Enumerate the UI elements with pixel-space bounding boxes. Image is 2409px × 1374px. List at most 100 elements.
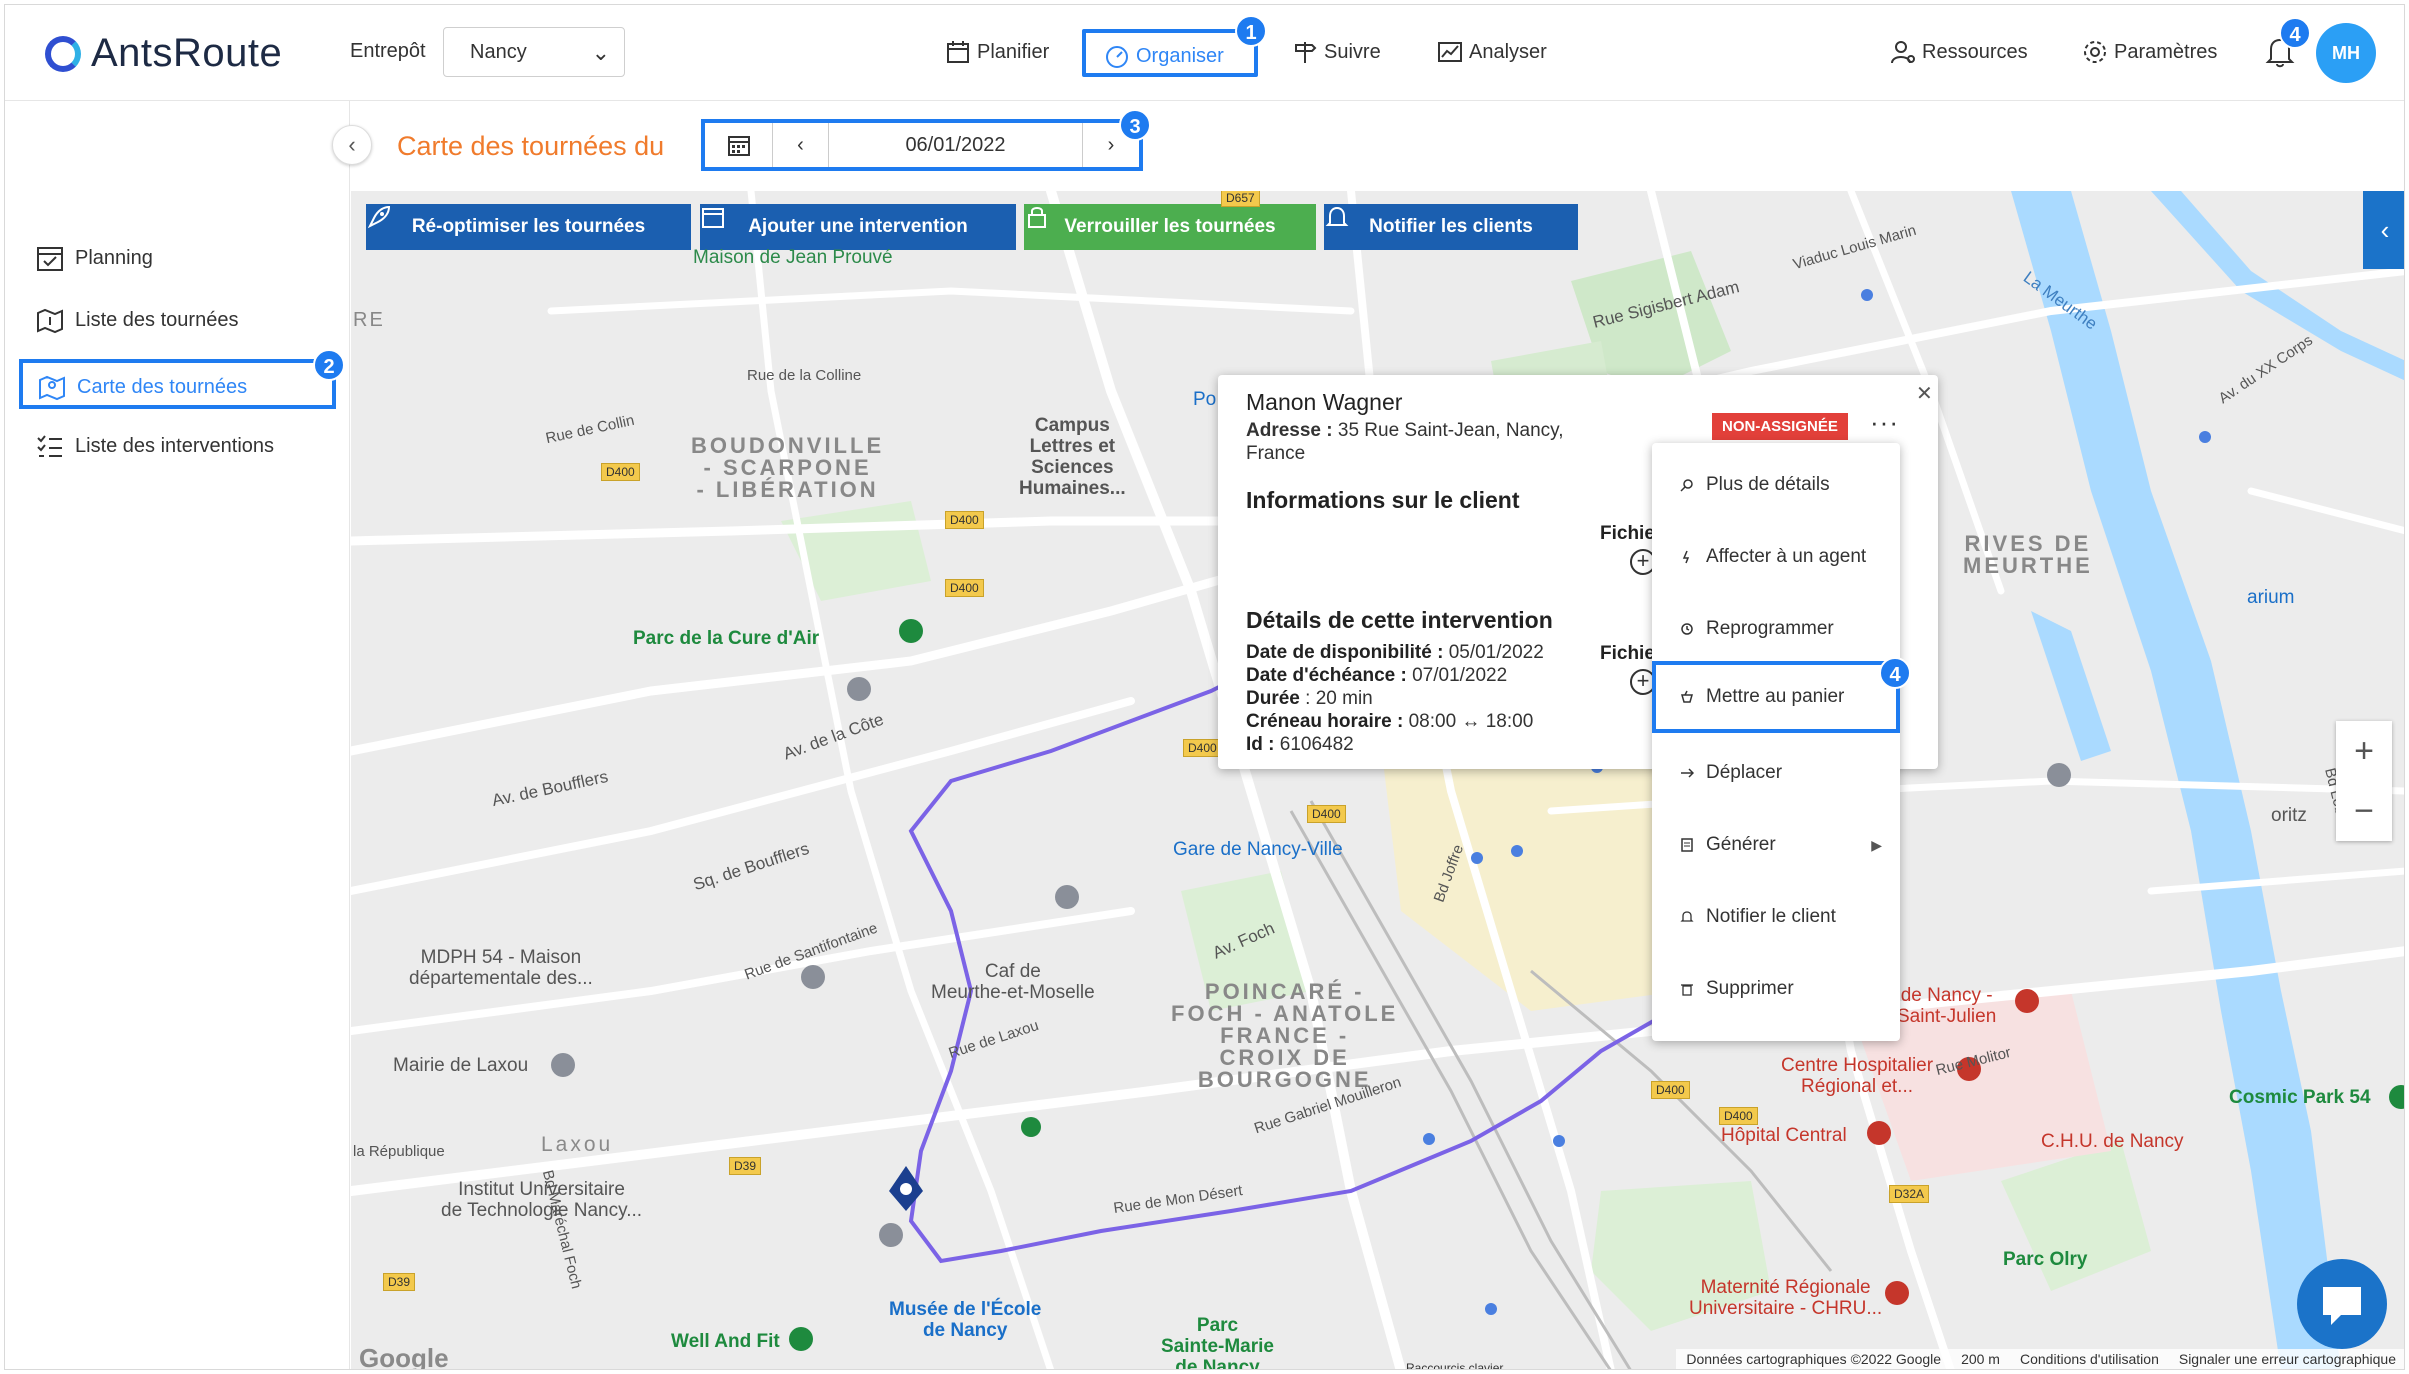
basket-icon (1681, 690, 1693, 703)
map-label-musee: Musée de l'École de Nancy (889, 1299, 1042, 1341)
menu-item-details[interactable]: Plus de détails (1652, 449, 1900, 521)
sidebar-item-label: Carte des tournées (77, 375, 248, 398)
add-intervention-button[interactable]: Ajouter une intervention (700, 204, 1016, 250)
road-tag: D400 (1307, 805, 1346, 823)
road-tag: D32A (1889, 1185, 1930, 1203)
intervention-details: Date de disponibilité : 05/01/2022 Date … (1246, 642, 1544, 755)
google-logo: Google (359, 1343, 449, 1370)
collapse-sidebar-button[interactable]: ‹ (332, 125, 372, 165)
menu-item-generate[interactable]: Générer ▶ (1652, 809, 1900, 881)
menu-item-assign[interactable]: Affecter à un agent (1652, 521, 1900, 593)
menu-item-basket[interactable]: Mettre au panier (1652, 661, 1900, 733)
sidebar-item-label: Planning (75, 246, 153, 269)
map-label-hopital-central: Hôpital Central (1721, 1125, 1847, 1146)
menu-item-move[interactable]: Déplacer (1652, 737, 1900, 809)
logo-icon (45, 35, 81, 72)
map-label-oritz: oritz (2271, 805, 2307, 826)
terms-link[interactable]: Conditions d'utilisation (2020, 1351, 2159, 1369)
more-options-icon[interactable]: ··· (1870, 407, 1899, 438)
calendar-icon (947, 41, 969, 63)
menu-item-reschedule[interactable]: Reprogrammer (1652, 593, 1900, 665)
route-map[interactable]: Ré-optimiser les tournées Ajouter une in… (351, 191, 2404, 1370)
sidebar-item-label: Liste des tournées (75, 308, 239, 331)
avatar[interactable]: MH (2316, 23, 2376, 83)
reoptimize-label: Ré-optimiser les tournées (411, 216, 646, 237)
map-label-republique: la République (353, 1143, 445, 1160)
sidebar-item-carte-tournees[interactable]: Carte des tournées (19, 359, 336, 409)
map-attribution: Données cartographiques ©2022 Google 200… (1676, 1349, 2404, 1369)
map-label-cosmic: Cosmic Park 54 (2229, 1087, 2371, 1108)
nav-planifier-label: Planifier (977, 40, 1050, 63)
map-label-maternite: Maternité Régionale Universitaire - CHRU… (1689, 1277, 1883, 1319)
map-label-mairie: Mairie de Laxou (393, 1055, 529, 1076)
map-label-parc-cure: Parc de la Cure d'Air (633, 628, 820, 649)
chevron-down-icon: ⌄ (591, 40, 610, 65)
calendar-icon (702, 208, 724, 228)
reoptimize-button[interactable]: Ré-optimiser les tournées (366, 204, 691, 250)
date-picker: ‹ 06/01/2022 › (701, 119, 1143, 171)
map-scale: 200 m (1961, 1351, 2000, 1367)
lock-routes-label: Verrouiller les tournées (1064, 216, 1276, 237)
calendar-icon[interactable] (705, 123, 773, 167)
map-label-boudonville: BOUDONVILLE - SCARPONE - LIBÉRATION (691, 433, 885, 502)
zoom-control: + − (2336, 721, 2392, 841)
close-icon[interactable]: ✕ (1916, 381, 1933, 406)
nav-analyser[interactable]: Analyser (1437, 39, 1547, 65)
date-input[interactable]: 06/01/2022 (829, 123, 1083, 167)
menu-item-notify[interactable]: Notifier le client (1652, 881, 1900, 953)
map-pin-icon (39, 375, 65, 401)
keyboard-shortcuts-link[interactable]: Raccourcis clavier (1406, 1361, 1503, 1369)
client-address: Adresse : 35 Rue Saint-Jean, Nancy, Fran… (1246, 419, 1606, 465)
address-label: Adresse : (1246, 420, 1333, 441)
sidebar-item-label: Liste des interventions (75, 434, 275, 457)
zoom-in-button[interactable]: + (2336, 721, 2392, 781)
prev-date-button[interactable]: ‹ (773, 123, 829, 167)
map-data-credit: Données cartographiques ©2022 Google (1686, 1351, 1942, 1367)
intervention-actions-menu: Plus de détails Affecter à un agent Repr… (1652, 443, 1900, 1041)
notification-count: 4 (2279, 17, 2311, 49)
map-panel-toggle[interactable]: ‹ (2363, 191, 2404, 269)
lock-icon (1028, 207, 1046, 228)
map-label-campus: Campus Lettres et Sciences Humaines... (1019, 415, 1126, 499)
notify-clients-label: Notifier les clients (1369, 216, 1533, 237)
nav-planifier[interactable]: Planifier (945, 39, 1049, 65)
chat-button[interactable] (2297, 1259, 2387, 1349)
report-error-link[interactable]: Signaler une erreur cartographique (2179, 1351, 2396, 1369)
sidebar-item-planning[interactable]: Planning (35, 243, 153, 273)
move-icon (1681, 768, 1694, 778)
client-info-title: Informations sur le client (1246, 487, 1520, 513)
nav-ressources-label: Ressources (1922, 40, 2028, 63)
assign-icon (1682, 550, 1690, 564)
sidebar-item-liste-tournees[interactable]: Liste des tournées (35, 305, 238, 335)
notify-clients-button[interactable]: Notifier les clients (1324, 204, 1578, 250)
map-label-rue-colline: Rue de la Colline (747, 367, 862, 384)
nav-parametres[interactable]: Paramètres (2082, 39, 2217, 65)
map-label-gare: Gare de Nancy-Ville (1173, 839, 1343, 860)
map-label-po: Po (1193, 389, 1217, 410)
road-tag: D400 (1651, 1081, 1690, 1099)
menu-item-delete[interactable]: Supprimer (1652, 953, 1900, 1025)
nav-ressources[interactable]: Ressources (1890, 39, 2028, 65)
map-label-poincare: POINCARÉ - FOCH - ANATOLE FRANCE - CROIX… (1171, 979, 1399, 1092)
road-tag: D400 (1719, 1107, 1758, 1125)
map-label-maison-prouve: Maison de Jean Prouvé (693, 247, 893, 268)
submenu-arrow-icon: ▶ (1871, 836, 1882, 853)
sidebar-item-liste-interventions[interactable]: Liste des interventions (35, 431, 274, 461)
road-tag: D400 (1183, 739, 1222, 757)
step-badge-1: 1 (1235, 15, 1267, 47)
warehouse-select[interactable]: Nancy ⌄ (443, 27, 625, 77)
nav-organiser[interactable]: Organiser (1082, 29, 1258, 77)
zoom-out-button[interactable]: − (2336, 781, 2392, 841)
document-icon (1681, 838, 1693, 852)
map-label-parc-sm: Parc Sainte-Marie de Nancy (1161, 1315, 1274, 1370)
nav-suivre[interactable]: Suivre (1292, 39, 1381, 65)
bell-icon (1680, 911, 1694, 922)
trash-icon (1681, 984, 1693, 996)
antsroute-logo[interactable]: AntsRoute (45, 31, 282, 76)
road-tag: D400 (945, 579, 984, 597)
files-label: Fichie (1600, 643, 1655, 664)
lock-routes-button[interactable]: Verrouiller les tournées (1024, 204, 1316, 250)
map-label-laxou: Laxou (541, 1133, 614, 1156)
map-label-chr: Centre Hospitalier Régional et... (1781, 1055, 1934, 1097)
map-label-arium: arium (2247, 587, 2295, 608)
